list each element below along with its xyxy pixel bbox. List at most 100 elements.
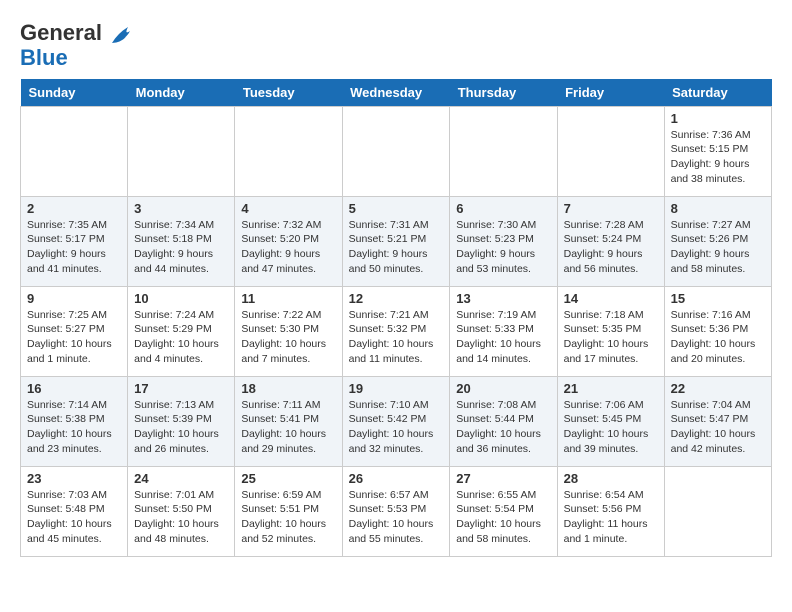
day-info: Sunrise: 7:31 AM Sunset: 5:21 PM Dayligh… — [349, 218, 444, 277]
day-info: Sunrise: 7:19 AM Sunset: 5:33 PM Dayligh… — [456, 308, 550, 367]
calendar-week-row: 23Sunrise: 7:03 AM Sunset: 5:48 PM Dayli… — [21, 466, 772, 556]
calendar-cell: 14 Sunrise: 7:18 AM Sunset: 5:35 PM Dayli… — [557, 286, 664, 376]
calendar-cell: 24 Sunrise: 7:01 AM Sunset: 5:50 PM Dayli… — [128, 466, 235, 556]
day-number: 9 — [27, 291, 121, 306]
day-info: Sunrise: 7:22 AM Sunset: 5:30 PM Dayligh… — [241, 308, 335, 367]
day-info: Sunrise: 7:13 AM Sunset: 5:39 PM Dayligh… — [134, 398, 228, 457]
weekday-header-saturday: Saturday — [664, 79, 771, 107]
day-number: 15 — [671, 291, 765, 306]
calendar-cell: 13Sunrise: 7:19 AM Sunset: 5:33 PM Dayli… — [450, 286, 557, 376]
day-number: 1 — [671, 111, 765, 126]
day-info: Sunrise: 7:01 AM Sunset: 5:50 PM Dayligh… — [134, 488, 228, 547]
day-number: 24 — [134, 471, 228, 486]
day-number: 2 — [27, 201, 121, 216]
day-info: Sunrise: 7:06 AM Sunset: 5:45 PM Dayligh… — [564, 398, 658, 457]
calendar-cell: 7 Sunrise: 7:28 AM Sunset: 5:24 PM Daylig… — [557, 196, 664, 286]
calendar-table: SundayMondayTuesdayWednesdayThursdayFrid… — [20, 79, 772, 557]
calendar-cell — [342, 106, 450, 196]
day-info: Sunrise: 7:24 AM Sunset: 5:29 PM Dayligh… — [134, 308, 228, 367]
day-info: Sunrise: 7:08 AM Sunset: 5:44 PM Dayligh… — [456, 398, 550, 457]
calendar-cell: 21 Sunrise: 7:06 AM Sunset: 5:45 PM Dayli… — [557, 376, 664, 466]
logo-bird-icon — [108, 25, 136, 47]
day-number: 18 — [241, 381, 335, 396]
calendar-cell: 28 Sunrise: 6:54 AM Sunset: 5:56 PM Dayli… — [557, 466, 664, 556]
calendar-cell: 23Sunrise: 7:03 AM Sunset: 5:48 PM Dayli… — [21, 466, 128, 556]
day-number: 3 — [134, 201, 228, 216]
day-info: Sunrise: 7:04 AM Sunset: 5:47 PM Dayligh… — [671, 398, 765, 457]
calendar-cell: 18Sunrise: 7:11 AM Sunset: 5:41 PM Dayli… — [235, 376, 342, 466]
calendar-cell: 5 Sunrise: 7:31 AM Sunset: 5:21 PM Daylig… — [342, 196, 450, 286]
day-number: 5 — [349, 201, 444, 216]
calendar-cell: 12 Sunrise: 7:21 AM Sunset: 5:32 PM Dayli… — [342, 286, 450, 376]
day-info: Sunrise: 7:28 AM Sunset: 5:24 PM Dayligh… — [564, 218, 658, 277]
day-info: Sunrise: 7:36 AM Sunset: 5:15 PM Dayligh… — [671, 128, 765, 187]
logo-blue-text: Blue — [20, 47, 136, 69]
day-info: Sunrise: 7:35 AM Sunset: 5:17 PM Dayligh… — [27, 218, 121, 277]
logo-text: General — [20, 20, 136, 47]
weekday-header-monday: Monday — [128, 79, 235, 107]
calendar-cell: 17Sunrise: 7:13 AM Sunset: 5:39 PM Dayli… — [128, 376, 235, 466]
calendar-header-row: SundayMondayTuesdayWednesdayThursdayFrid… — [21, 79, 772, 107]
day-number: 10 — [134, 291, 228, 306]
calendar-cell: 26 Sunrise: 6:57 AM Sunset: 5:53 PM Dayli… — [342, 466, 450, 556]
calendar-cell: 3Sunrise: 7:34 AM Sunset: 5:18 PM Daylig… — [128, 196, 235, 286]
calendar-cell: 10 Sunrise: 7:24 AM Sunset: 5:29 PM Dayli… — [128, 286, 235, 376]
day-info: Sunrise: 6:59 AM Sunset: 5:51 PM Dayligh… — [241, 488, 335, 547]
day-info: Sunrise: 7:21 AM Sunset: 5:32 PM Dayligh… — [349, 308, 444, 367]
day-info: Sunrise: 7:30 AM Sunset: 5:23 PM Dayligh… — [456, 218, 550, 277]
calendar-cell: 9 Sunrise: 7:25 AM Sunset: 5:27 PM Daylig… — [21, 286, 128, 376]
day-info: Sunrise: 7:16 AM Sunset: 5:36 PM Dayligh… — [671, 308, 765, 367]
calendar-cell: 6 Sunrise: 7:30 AM Sunset: 5:23 PM Daylig… — [450, 196, 557, 286]
day-number: 22 — [671, 381, 765, 396]
day-number: 14 — [564, 291, 658, 306]
weekday-header-thursday: Thursday — [450, 79, 557, 107]
day-number: 27 — [456, 471, 550, 486]
day-number: 12 — [349, 291, 444, 306]
day-number: 21 — [564, 381, 658, 396]
calendar-cell: 4 Sunrise: 7:32 AM Sunset: 5:20 PM Daylig… — [235, 196, 342, 286]
day-number: 7 — [564, 201, 658, 216]
calendar-week-row: 1 Sunrise: 7:36 AM Sunset: 5:15 PM Daylig… — [21, 106, 772, 196]
calendar-cell: 22 Sunrise: 7:04 AM Sunset: 5:47 PM Dayli… — [664, 376, 771, 466]
calendar-week-row: 9 Sunrise: 7:25 AM Sunset: 5:27 PM Daylig… — [21, 286, 772, 376]
day-number: 8 — [671, 201, 765, 216]
calendar-cell: 2 Sunrise: 7:35 AM Sunset: 5:17 PM Daylig… — [21, 196, 128, 286]
calendar-cell: 19 Sunrise: 7:10 AM Sunset: 5:42 PM Dayli… — [342, 376, 450, 466]
calendar-cell — [557, 106, 664, 196]
weekday-header-wednesday: Wednesday — [342, 79, 450, 107]
calendar-cell — [664, 466, 771, 556]
day-number: 16 — [27, 381, 121, 396]
day-info: Sunrise: 7:32 AM Sunset: 5:20 PM Dayligh… — [241, 218, 335, 277]
calendar-cell: 25 Sunrise: 6:59 AM Sunset: 5:51 PM Dayli… — [235, 466, 342, 556]
calendar-cell: 8 Sunrise: 7:27 AM Sunset: 5:26 PM Daylig… — [664, 196, 771, 286]
calendar-cell — [450, 106, 557, 196]
day-info: Sunrise: 7:03 AM Sunset: 5:48 PM Dayligh… — [27, 488, 121, 547]
day-info: Sunrise: 6:57 AM Sunset: 5:53 PM Dayligh… — [349, 488, 444, 547]
day-number: 26 — [349, 471, 444, 486]
calendar-cell: 15 Sunrise: 7:16 AM Sunset: 5:36 PM Dayli… — [664, 286, 771, 376]
calendar-cell: 16 Sunrise: 7:14 AM Sunset: 5:38 PM Dayli… — [21, 376, 128, 466]
day-info: Sunrise: 7:27 AM Sunset: 5:26 PM Dayligh… — [671, 218, 765, 277]
day-info: Sunrise: 7:10 AM Sunset: 5:42 PM Dayligh… — [349, 398, 444, 457]
day-info: Sunrise: 7:14 AM Sunset: 5:38 PM Dayligh… — [27, 398, 121, 457]
day-number: 4 — [241, 201, 335, 216]
weekday-header-friday: Friday — [557, 79, 664, 107]
calendar-cell — [235, 106, 342, 196]
calendar-week-row: 16 Sunrise: 7:14 AM Sunset: 5:38 PM Dayli… — [21, 376, 772, 466]
day-info: Sunrise: 6:55 AM Sunset: 5:54 PM Dayligh… — [456, 488, 550, 547]
calendar-cell: 11Sunrise: 7:22 AM Sunset: 5:30 PM Dayli… — [235, 286, 342, 376]
calendar-cell — [128, 106, 235, 196]
day-number: 28 — [564, 471, 658, 486]
day-info: Sunrise: 6:54 AM Sunset: 5:56 PM Dayligh… — [564, 488, 658, 547]
day-number: 6 — [456, 201, 550, 216]
weekday-header-tuesday: Tuesday — [235, 79, 342, 107]
weekday-header-sunday: Sunday — [21, 79, 128, 107]
logo: General Blue — [20, 20, 136, 69]
day-number: 25 — [241, 471, 335, 486]
day-info: Sunrise: 7:25 AM Sunset: 5:27 PM Dayligh… — [27, 308, 121, 367]
calendar-cell: 20 Sunrise: 7:08 AM Sunset: 5:44 PM Dayli… — [450, 376, 557, 466]
day-number: 19 — [349, 381, 444, 396]
day-number: 20 — [456, 381, 550, 396]
calendar-week-row: 2 Sunrise: 7:35 AM Sunset: 5:17 PM Daylig… — [21, 196, 772, 286]
day-info: Sunrise: 7:18 AM Sunset: 5:35 PM Dayligh… — [564, 308, 658, 367]
